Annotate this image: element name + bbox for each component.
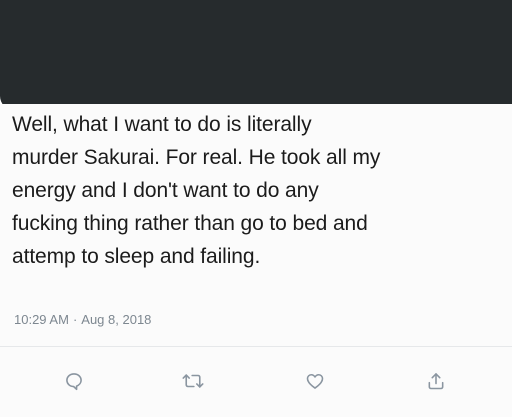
tweet-line: Well, what I want to do is literally [12, 113, 312, 136]
like-button[interactable] [298, 366, 332, 396]
retweet-button[interactable] [176, 366, 210, 396]
timestamp-separator: · [72, 312, 78, 327]
divider [0, 346, 512, 347]
tweet-line: murder Sakurai. For real. He took all my [12, 146, 381, 169]
reply-icon [66, 373, 82, 391]
redaction-block [0, 0, 512, 110]
tweet-time: 10:29 AM [14, 312, 69, 327]
tweet-actions [0, 366, 512, 396]
tweet-timestamp[interactable]: 10:29 AM · Aug 8, 2018 [14, 312, 151, 327]
share-button[interactable] [419, 366, 453, 396]
retweet-icon [182, 374, 204, 388]
reply-button[interactable] [57, 366, 91, 396]
tweet-card: Well, what I want to do is literally mur… [0, 104, 512, 417]
share-icon [428, 373, 444, 390]
like-icon [306, 373, 324, 389]
tweet-date: Aug 8, 2018 [81, 312, 152, 327]
tweet-line: fucking thing rather than go to bed and [12, 212, 368, 235]
tweet-line: energy and I don't want to do any [12, 179, 319, 202]
tweet-line: attemp to sleep and failing. [12, 245, 261, 268]
tweet-text: Well, what I want to do is literally mur… [12, 108, 504, 273]
